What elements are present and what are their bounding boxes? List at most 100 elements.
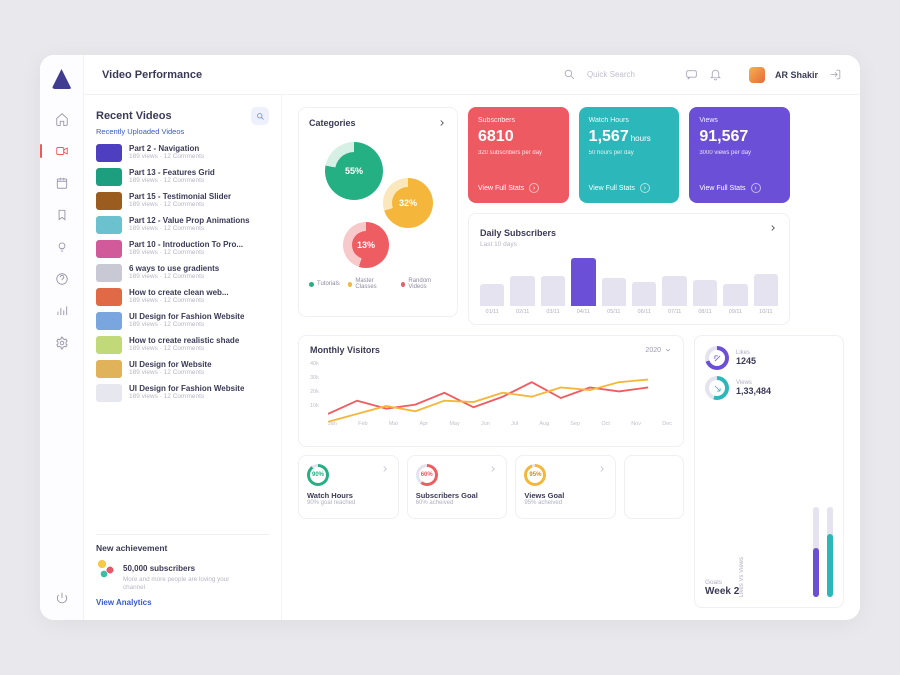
- achievement-title: 50,000 subscribers: [123, 564, 195, 573]
- video-meta: 189 views · 12 Comments: [129, 177, 215, 184]
- video-title: How to create realistic shade: [129, 336, 239, 345]
- page-title: Video Performance: [102, 69, 202, 81]
- username: AR Shakir: [775, 70, 818, 80]
- video-thumb: [96, 144, 122, 162]
- video-thumb: [96, 192, 122, 210]
- list-item[interactable]: UI Design for Fashion Website189 views ·…: [96, 312, 269, 330]
- list-item[interactable]: UI Design for Fashion Website189 views ·…: [96, 384, 269, 402]
- list-item[interactable]: How to create realistic shade189 views ·…: [96, 336, 269, 354]
- stat-subscribers[interactable]: Subscribers 6810 320 subscribers per day…: [468, 107, 569, 203]
- likes-views-card: Likes1245 Views1,33,484 Goals Week 2 Lik…: [694, 335, 844, 608]
- help-icon[interactable]: [54, 271, 70, 287]
- recent-panel: Recent Videos Recently Uploaded Videos P…: [84, 95, 282, 620]
- goal-views[interactable]: 95% Views Goal 95% acheived: [515, 455, 616, 519]
- video-meta: 189 views · 12 Comments: [129, 153, 204, 160]
- daily-title: Daily Subscribers: [480, 228, 556, 238]
- chevron-right-icon[interactable]: [768, 223, 778, 233]
- video-meta: 189 views · 12 Comments: [129, 393, 244, 400]
- video-thumb: [96, 312, 122, 330]
- video-thumb: [96, 360, 122, 378]
- settings-icon[interactable]: [54, 335, 70, 351]
- view-analytics-link[interactable]: View Analytics: [96, 598, 152, 607]
- recent-subtitle: Recently Uploaded Videos: [96, 127, 269, 136]
- video-thumb: [96, 240, 122, 258]
- chevron-right-icon: [597, 464, 607, 474]
- chart-icon[interactable]: [54, 303, 70, 319]
- achievement-body: More and more people are loving your cha…: [123, 576, 253, 592]
- video-thumb: [96, 264, 122, 282]
- video-title: Part 2 - Navigation: [129, 144, 204, 153]
- confetti-icon: [96, 558, 116, 578]
- recent-search-icon[interactable]: [251, 107, 269, 125]
- monthly-title: Monthly Visitors: [310, 345, 380, 355]
- categories-card: Categories 55% 32% 13% TutorialsMaster C…: [298, 107, 458, 317]
- list-item[interactable]: Part 15 - Testimonial Slider189 views · …: [96, 192, 269, 210]
- video-icon[interactable]: [54, 143, 70, 159]
- bell-icon[interactable]: [709, 68, 723, 82]
- video-title: UI Design for Fashion Website: [129, 384, 244, 393]
- chevron-right-icon[interactable]: [437, 118, 447, 128]
- video-title: Part 12 - Value Prop Animations: [129, 216, 250, 225]
- daily-bars: [480, 256, 778, 306]
- search-icon[interactable]: [563, 68, 577, 82]
- video-title: Part 10 - Introduction To Pro...: [129, 240, 243, 249]
- list-item[interactable]: Part 10 - Introduction To Pro...189 view…: [96, 240, 269, 258]
- list-item[interactable]: 6 ways to use gradients189 views · 12 Co…: [96, 264, 269, 282]
- cat-pct-3: 13%: [343, 222, 389, 268]
- chevron-right-icon: [488, 464, 498, 474]
- daily-labels: 01/1102/1103/1104/1105/1106/1107/1108/11…: [480, 309, 778, 315]
- logo-icon: [52, 69, 72, 89]
- cat-pct-1: 55%: [325, 142, 383, 200]
- monthly-visitors-card: Monthly Visitors 2020 40k30k20k10k JanFe…: [298, 335, 684, 447]
- list-item[interactable]: Part 12 - Value Prop Animations189 views…: [96, 216, 269, 234]
- video-title: Part 15 - Testimonial Slider: [129, 192, 231, 201]
- list-item[interactable]: Part 13 - Features Grid189 views · 12 Co…: [96, 168, 269, 186]
- list-item[interactable]: Part 2 - Navigation189 views · 12 Commen…: [96, 144, 269, 162]
- video-meta: 189 views · 12 Comments: [129, 321, 244, 328]
- search-input[interactable]: Quick Search: [587, 70, 635, 79]
- video-thumb: [96, 384, 122, 402]
- year-select[interactable]: 2020: [645, 346, 672, 354]
- video-thumb: [96, 216, 122, 234]
- categories-legend: TutorialsMaster ClassesRandom Videos: [309, 278, 447, 290]
- categories-title: Categories: [309, 118, 356, 128]
- arrow-right-icon: ›: [751, 183, 761, 193]
- stat-cards: Subscribers 6810 320 subscribers per day…: [468, 107, 790, 203]
- categories-chart: 55% 32% 13%: [309, 128, 447, 278]
- video-title: How to create clean web...: [129, 288, 229, 297]
- goal-watch-hours[interactable]: 90% Watch Hours 90% goal reached: [298, 455, 399, 519]
- list-item[interactable]: How to create clean web...189 views · 12…: [96, 288, 269, 306]
- nav-rail: [40, 55, 84, 620]
- cat-pct-2: 32%: [383, 178, 433, 228]
- video-meta: 189 views · 12 Comments: [129, 273, 219, 280]
- video-meta: 189 views · 12 Comments: [129, 225, 250, 232]
- app-window: Video Performance Quick Search AR Shakir…: [40, 55, 860, 620]
- video-title: Part 13 - Features Grid: [129, 168, 215, 177]
- topbar: Video Performance Quick Search AR Shakir: [84, 55, 860, 95]
- goal-empty: [624, 455, 684, 519]
- video-title: UI Design for Website: [129, 360, 212, 369]
- chat-icon[interactable]: [685, 68, 699, 82]
- list-item[interactable]: UI Design for Website189 views · 12 Comm…: [96, 360, 269, 378]
- dashboard: Categories 55% 32% 13% TutorialsMaster C…: [282, 95, 860, 620]
- chevron-right-icon: [380, 464, 390, 474]
- avatar[interactable]: [749, 67, 765, 83]
- stat-views[interactable]: Views 91,567 3000 views per day View Ful…: [689, 107, 790, 203]
- logout-icon[interactable]: [828, 68, 842, 82]
- monthly-chart: 40k30k20k10k JanFebMarAprMayJunJulAugSep…: [310, 361, 672, 427]
- stat-watch-hours[interactable]: Watch Hours 1,567hours 50 hours per day …: [579, 107, 680, 203]
- arrow-right-icon: ›: [640, 183, 650, 193]
- content: Video Performance Quick Search AR Shakir…: [84, 55, 860, 620]
- bookmark-icon[interactable]: [54, 207, 70, 223]
- power-icon[interactable]: [54, 590, 70, 606]
- calendar-icon[interactable]: [54, 175, 70, 191]
- achievement-card: New achievement 50,000 subscribers More …: [96, 534, 269, 610]
- idea-icon[interactable]: [54, 239, 70, 255]
- arrow-right-icon: ›: [529, 183, 539, 193]
- goal-subscribers[interactable]: 60% Subscribers Goal 60% acheived: [407, 455, 508, 519]
- video-thumb: [96, 168, 122, 186]
- views-ring-icon: [705, 376, 729, 400]
- home-icon[interactable]: [54, 111, 70, 127]
- goals-row: 90% Watch Hours 90% goal reached 60% Sub…: [298, 455, 684, 519]
- daily-subtitle: Last 10 days: [480, 241, 556, 248]
